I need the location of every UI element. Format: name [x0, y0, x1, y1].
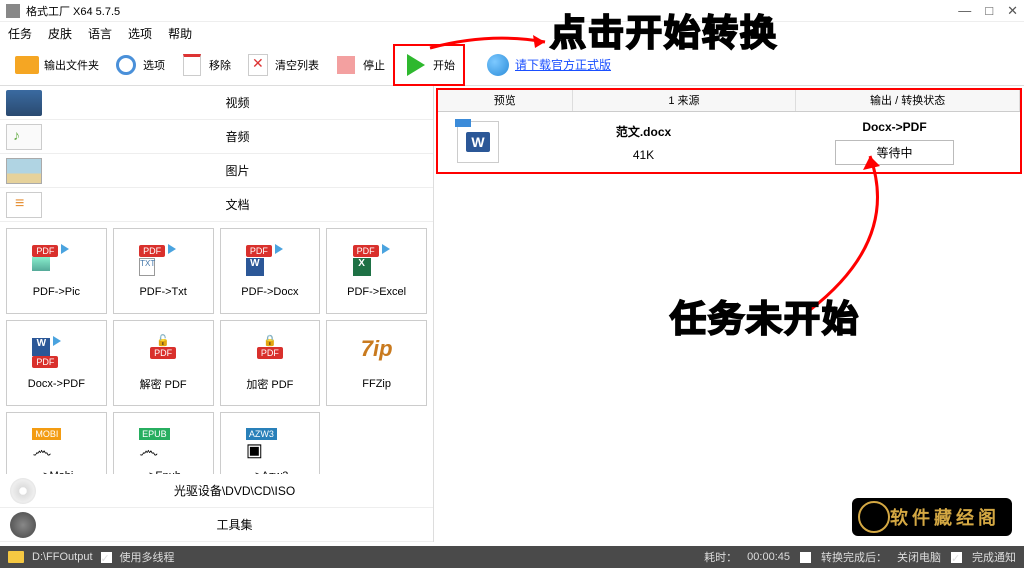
- grid-pdf-to-pic[interactable]: PDF PDF->Pic: [6, 228, 107, 314]
- elapsed-label: 耗时：: [704, 549, 737, 565]
- grid-docx-to-pdf[interactable]: W PDF Docx->PDF: [6, 320, 107, 406]
- elapsed-time: 00:00:45: [747, 551, 790, 563]
- task-status: 等待中: [835, 140, 953, 165]
- menu-skin[interactable]: 皮肤: [48, 25, 72, 42]
- folder-icon: [14, 52, 40, 78]
- docx-pdf-icon: W PDF: [32, 336, 80, 372]
- col-source[interactable]: 1 来源: [573, 90, 797, 111]
- globe-icon: [487, 54, 509, 76]
- image-icon: [6, 158, 42, 184]
- menu-help[interactable]: 帮助: [168, 25, 192, 42]
- output-folder-button[interactable]: 输出文件夹: [8, 48, 105, 82]
- toolbar: 输出文件夹 选项 移除 ✕ 清空列表 停止 开始 请下载官方正式版: [0, 44, 1024, 86]
- lock-icon: 🔒PDF: [246, 334, 294, 370]
- source-cell: 范文.docx 41K: [518, 123, 769, 162]
- task-row[interactable]: 范文.docx 41K Docx->PDF 等待中: [438, 112, 1020, 172]
- category-tools[interactable]: 工具集: [0, 508, 433, 542]
- left-panel: 视频 音频 图片 文档 PDF PDF->Pic PDF TXT PDF->T: [0, 86, 434, 542]
- minimize-button[interactable]: —: [958, 3, 971, 19]
- disc-icon: [10, 478, 36, 504]
- close-button[interactable]: ✕: [1007, 3, 1018, 19]
- col-status[interactable]: 输出 / 转换状态: [796, 90, 1020, 111]
- remove-button[interactable]: 移除: [173, 48, 237, 82]
- category-disc[interactable]: 光驱设备\DVD\CD\ISO: [0, 474, 433, 508]
- grid-to-azw3[interactable]: AZW3▣ ->Azw3: [220, 412, 321, 474]
- notify-checkbox[interactable]: ✓: [951, 552, 962, 563]
- azw-icon: AZW3▣: [246, 428, 294, 464]
- audio-icon: [6, 124, 42, 150]
- epub-icon: EPUB෴: [139, 428, 187, 464]
- pdf-pic-icon: PDF: [32, 244, 80, 280]
- clear-button[interactable]: ✕ 清空列表: [239, 48, 325, 82]
- play-icon: [403, 52, 429, 78]
- document-icon: [6, 192, 42, 218]
- grid-pdf-to-docx[interactable]: PDF W PDF->Docx: [220, 228, 321, 314]
- menu-lang[interactable]: 语言: [88, 25, 112, 42]
- category-audio[interactable]: 音频: [0, 120, 433, 154]
- watermark-logo: 软件藏经阁: [852, 498, 1012, 536]
- grid-to-epub[interactable]: EPUB෴ ->Epub: [113, 412, 214, 474]
- after-label: 转换完成后：: [821, 549, 887, 565]
- menu-task[interactable]: 任务: [8, 25, 32, 42]
- maximize-button[interactable]: □: [985, 3, 993, 19]
- conversion-grid: PDF PDF->Pic PDF TXT PDF->Txt PDF W PDF-…: [0, 222, 433, 474]
- grid-encrypt-pdf[interactable]: 🔒PDF 加密 PDF: [220, 320, 321, 406]
- grid-ffzip[interactable]: 7ip FFZip: [326, 320, 427, 406]
- after-action[interactable]: 关闭电脑: [897, 549, 941, 565]
- preview-cell: [438, 121, 518, 163]
- word-file-icon: [457, 121, 499, 163]
- pdf-excel-icon: PDF X: [353, 244, 401, 280]
- tools-icon: [10, 512, 36, 538]
- task-filename: 范文.docx: [518, 123, 769, 140]
- titlebar: 格式工厂 X64 5.7.5 — □ ✕: [0, 0, 1024, 22]
- clear-icon: ✕: [245, 52, 271, 78]
- grid-to-mobi[interactable]: MOBI෴ ->Mobi: [6, 412, 107, 474]
- category-image[interactable]: 图片: [0, 154, 433, 188]
- status-folder-icon[interactable]: [8, 551, 24, 563]
- task-filesize: 41K: [518, 148, 769, 162]
- after-checkbox[interactable]: [800, 552, 811, 563]
- multithread-checkbox[interactable]: ✓: [101, 552, 112, 563]
- grid-pdf-to-txt[interactable]: PDF TXT PDF->Txt: [113, 228, 214, 314]
- pdf-docx-icon: PDF W: [246, 244, 294, 280]
- task-highlight: 预览 1 来源 输出 / 转换状态 范文.docx 41K Docx->PDF …: [436, 88, 1022, 174]
- status-cell: Docx->PDF 等待中: [769, 120, 1020, 165]
- statusbar: D:\FFOutput ✓ 使用多线程 耗时： 00:00:45 转换完成后： …: [0, 546, 1024, 568]
- stop-icon: [333, 52, 359, 78]
- multithread-label: 使用多线程: [120, 549, 175, 565]
- output-path[interactable]: D:\FFOutput: [32, 551, 93, 563]
- start-button[interactable]: 开始: [397, 48, 461, 82]
- notify-label: 完成通知: [972, 549, 1016, 565]
- stop-button[interactable]: 停止: [327, 48, 391, 82]
- task-header: 预览 1 来源 输出 / 转换状态: [438, 90, 1020, 112]
- start-highlight: 开始: [393, 44, 465, 86]
- window-title: 格式工厂 X64 5.7.5: [26, 3, 958, 19]
- category-video[interactable]: 视频: [0, 86, 433, 120]
- grid-pdf-to-excel[interactable]: PDF X PDF->Excel: [326, 228, 427, 314]
- col-preview[interactable]: 预览: [438, 90, 573, 111]
- zip-icon: 7ip: [353, 336, 401, 372]
- task-convert: Docx->PDF: [769, 120, 1020, 134]
- options-button[interactable]: 选项: [107, 48, 171, 82]
- remove-icon: [179, 52, 205, 78]
- pdf-txt-icon: PDF TXT: [139, 244, 187, 280]
- category-document[interactable]: 文档: [0, 188, 433, 222]
- menu-options[interactable]: 选项: [128, 25, 152, 42]
- download-link[interactable]: 请下载官方正式版: [515, 56, 611, 73]
- video-icon: [6, 90, 42, 116]
- gear-icon: [113, 52, 139, 78]
- mobi-icon: MOBI෴: [32, 428, 80, 464]
- app-icon: [6, 4, 20, 18]
- unlock-icon: 🔓PDF: [139, 334, 187, 370]
- menubar: 任务 皮肤 语言 选项 帮助: [0, 22, 1024, 44]
- grid-decrypt-pdf[interactable]: 🔓PDF 解密 PDF: [113, 320, 214, 406]
- right-panel: 预览 1 来源 输出 / 转换状态 范文.docx 41K Docx->PDF …: [434, 86, 1024, 542]
